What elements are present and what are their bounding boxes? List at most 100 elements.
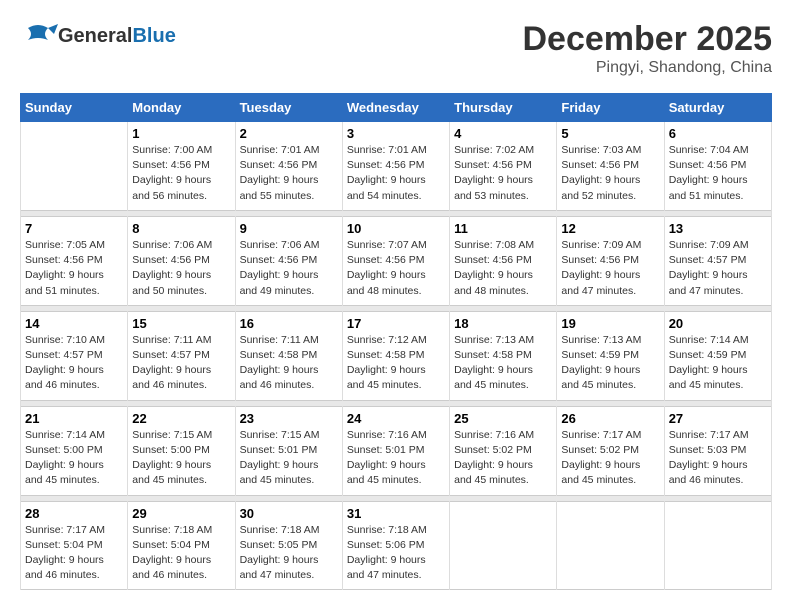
calendar-cell: 29 Sunrise: 7:18 AMSunset: 5:04 PMDayligh… [128, 501, 235, 590]
day-number: 3 [347, 126, 445, 141]
calendar-cell: 14 Sunrise: 7:10 AMSunset: 4:57 PMDayligh… [21, 311, 128, 400]
day-info: Sunrise: 7:12 AMSunset: 4:58 PMDaylight:… [347, 333, 445, 394]
calendar-cell [557, 501, 664, 590]
day-number: 5 [561, 126, 659, 141]
calendar-cell: 10Sunrise: 7:07 AMSunset: 4:56 PMDayligh… [342, 216, 449, 305]
header-sunday: Sunday [21, 94, 128, 122]
calendar-cell: 15Sunrise: 7:11 AMSunset: 4:57 PMDayligh… [128, 311, 235, 400]
day-info: Sunrise: 7:15 AMSunset: 5:00 PMDaylight:… [132, 428, 230, 489]
calendar-cell: 2Sunrise: 7:01 AMSunset: 4:56 PMDaylight… [235, 122, 342, 211]
day-info: Sunrise: 7:18 AMSunset: 5:04 PMDaylight:… [132, 523, 230, 584]
day-number: 29 [132, 506, 230, 521]
calendar-week-row: 28 Sunrise: 7:17 AMSunset: 5:04 PMDayligh… [21, 501, 772, 590]
calendar-title: December 2025 [522, 20, 772, 59]
calendar-cell: 31Sunrise: 7:18 AMSunset: 5:06 PMDayligh… [342, 501, 449, 590]
day-number: 17 [347, 316, 445, 331]
calendar-table: SundayMondayTuesdayWednesdayThursdayFrid… [20, 93, 772, 590]
day-info: Sunrise: 7:16 AMSunset: 5:01 PMDaylight:… [347, 428, 445, 489]
day-info: Sunrise: 7:06 AMSunset: 4:56 PMDaylight:… [240, 238, 338, 299]
calendar-cell: 21 Sunrise: 7:14 AMSunset: 5:00 PMDayligh… [21, 406, 128, 495]
day-info: Sunrise: 7:15 AMSunset: 5:01 PMDaylight:… [240, 428, 338, 489]
day-number: 14 [25, 316, 123, 331]
calendar-cell: 19 Sunrise: 7:13 AMSunset: 4:59 PMDayligh… [557, 311, 664, 400]
calendar-cell: 20 Sunrise: 7:14 AMSunset: 4:59 PMDayligh… [664, 311, 771, 400]
calendar-cell: 9 Sunrise: 7:06 AMSunset: 4:56 PMDaylight… [235, 216, 342, 305]
day-info: Sunrise: 7:05 AMSunset: 4:56 PMDaylight:… [25, 238, 123, 299]
page-header: GeneralBlue December 2025 Pingyi, Shando… [20, 20, 772, 77]
calendar-cell: 3 Sunrise: 7:01 AMSunset: 4:56 PMDaylight… [342, 122, 449, 211]
day-info: Sunrise: 7:04 AMSunset: 4:56 PMDaylight:… [669, 143, 767, 204]
day-info: Sunrise: 7:06 AMSunset: 4:56 PMDaylight:… [132, 238, 230, 299]
calendar-week-row: 1Sunrise: 7:00 AMSunset: 4:56 PMDaylight… [21, 122, 772, 211]
calendar-location: Pingyi, Shandong, China [522, 59, 772, 77]
logo-general-text: General [58, 25, 132, 47]
calendar-cell: 27Sunrise: 7:17 AMSunset: 5:03 PMDayligh… [664, 406, 771, 495]
day-info: Sunrise: 7:03 AMSunset: 4:56 PMDaylight:… [561, 143, 659, 204]
calendar-cell: 28 Sunrise: 7:17 AMSunset: 5:04 PMDayligh… [21, 501, 128, 590]
logo-icon [20, 20, 58, 52]
calendar-cell: 23 Sunrise: 7:15 AMSunset: 5:01 PMDayligh… [235, 406, 342, 495]
day-info: Sunrise: 7:17 AMSunset: 5:03 PMDaylight:… [669, 428, 767, 489]
calendar-cell: 5 Sunrise: 7:03 AMSunset: 4:56 PMDaylight… [557, 122, 664, 211]
calendar-cell [664, 501, 771, 590]
calendar-cell: 17 Sunrise: 7:12 AMSunset: 4:58 PMDayligh… [342, 311, 449, 400]
calendar-cell: 1Sunrise: 7:00 AMSunset: 4:56 PMDaylight… [128, 122, 235, 211]
day-number: 11 [454, 221, 552, 236]
day-number: 23 [240, 411, 338, 426]
day-number: 9 [240, 221, 338, 236]
day-number: 13 [669, 221, 767, 236]
calendar-week-row: 7 Sunrise: 7:05 AMSunset: 4:56 PMDaylight… [21, 216, 772, 305]
day-info: Sunrise: 7:02 AMSunset: 4:56 PMDaylight:… [454, 143, 552, 204]
header-saturday: Saturday [664, 94, 771, 122]
header-wednesday: Wednesday [342, 94, 449, 122]
header-tuesday: Tuesday [235, 94, 342, 122]
day-info: Sunrise: 7:11 AMSunset: 4:58 PMDaylight:… [240, 333, 338, 394]
day-number: 1 [132, 126, 230, 141]
day-info: Sunrise: 7:13 AMSunset: 4:59 PMDaylight:… [561, 333, 659, 394]
day-number: 28 [25, 506, 123, 521]
day-number: 4 [454, 126, 552, 141]
day-number: 30 [240, 506, 338, 521]
calendar-week-row: 21 Sunrise: 7:14 AMSunset: 5:00 PMDayligh… [21, 406, 772, 495]
calendar-cell: 8Sunrise: 7:06 AMSunset: 4:56 PMDaylight… [128, 216, 235, 305]
day-number: 22 [132, 411, 230, 426]
calendar-cell: 12Sunrise: 7:09 AMSunset: 4:56 PMDayligh… [557, 216, 664, 305]
header-thursday: Thursday [450, 94, 557, 122]
calendar-cell: 16 Sunrise: 7:11 AMSunset: 4:58 PMDayligh… [235, 311, 342, 400]
day-number: 7 [25, 221, 123, 236]
day-number: 2 [240, 126, 338, 141]
calendar-cell: 26 Sunrise: 7:17 AMSunset: 5:02 PMDayligh… [557, 406, 664, 495]
calendar-cell: 4 Sunrise: 7:02 AMSunset: 4:56 PMDaylight… [450, 122, 557, 211]
day-number: 20 [669, 316, 767, 331]
calendar-cell: 6Sunrise: 7:04 AMSunset: 4:56 PMDaylight… [664, 122, 771, 211]
calendar-header-row: SundayMondayTuesdayWednesdayThursdayFrid… [21, 94, 772, 122]
logo: GeneralBlue [20, 20, 176, 52]
day-info: Sunrise: 7:09 AMSunset: 4:57 PMDaylight:… [669, 238, 767, 299]
title-block: December 2025 Pingyi, Shandong, China [522, 20, 772, 77]
day-number: 25 [454, 411, 552, 426]
day-number: 24 [347, 411, 445, 426]
logo-blue-text: Blue [132, 25, 175, 47]
calendar-cell: 30 Sunrise: 7:18 AMSunset: 5:05 PMDayligh… [235, 501, 342, 590]
day-number: 21 [25, 411, 123, 426]
day-info: Sunrise: 7:08 AMSunset: 4:56 PMDaylight:… [454, 238, 552, 299]
day-info: Sunrise: 7:14 AMSunset: 5:00 PMDaylight:… [25, 428, 123, 489]
day-info: Sunrise: 7:18 AMSunset: 5:05 PMDaylight:… [240, 523, 338, 584]
day-number: 19 [561, 316, 659, 331]
calendar-cell: 11 Sunrise: 7:08 AMSunset: 4:56 PMDayligh… [450, 216, 557, 305]
day-info: Sunrise: 7:17 AMSunset: 5:04 PMDaylight:… [25, 523, 123, 584]
day-number: 15 [132, 316, 230, 331]
day-info: Sunrise: 7:10 AMSunset: 4:57 PMDaylight:… [25, 333, 123, 394]
calendar-cell: 18 Sunrise: 7:13 AMSunset: 4:58 PMDayligh… [450, 311, 557, 400]
day-info: Sunrise: 7:14 AMSunset: 4:59 PMDaylight:… [669, 333, 767, 394]
calendar-cell [21, 122, 128, 211]
day-number: 18 [454, 316, 552, 331]
day-number: 26 [561, 411, 659, 426]
day-info: Sunrise: 7:13 AMSunset: 4:58 PMDaylight:… [454, 333, 552, 394]
day-info: Sunrise: 7:01 AMSunset: 4:56 PMDaylight:… [347, 143, 445, 204]
calendar-week-row: 14 Sunrise: 7:10 AMSunset: 4:57 PMDayligh… [21, 311, 772, 400]
day-number: 31 [347, 506, 445, 521]
day-number: 16 [240, 316, 338, 331]
day-info: Sunrise: 7:17 AMSunset: 5:02 PMDaylight:… [561, 428, 659, 489]
calendar-cell: 7 Sunrise: 7:05 AMSunset: 4:56 PMDaylight… [21, 216, 128, 305]
